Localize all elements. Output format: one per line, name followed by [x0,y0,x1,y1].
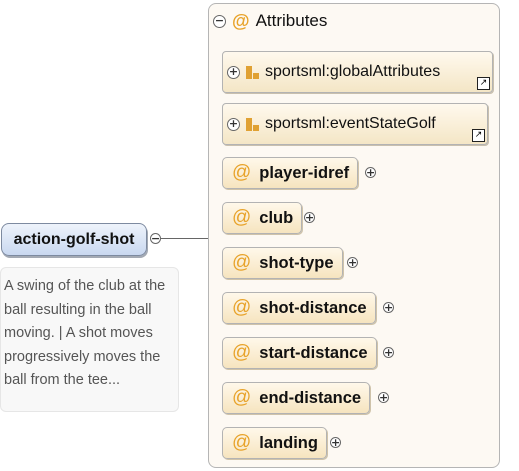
expand-icon[interactable]: + [378,392,389,403]
root-element-action-golf-shot[interactable]: action-golf-shot [1,223,147,256]
attributes-header[interactable]: − @ Attributes [213,10,327,32]
attribute-club[interactable]: @ club [222,202,303,234]
attribute-end-distance[interactable]: @ end-distance [222,382,371,414]
attribute-at-icon: @ [232,10,250,31]
attribute-at-icon: @ [232,207,252,228]
attribute-group-icon [246,65,259,79]
expand-icon[interactable]: + [383,302,394,313]
attributes-title: Attributes [255,11,328,30]
expand-icon[interactable]: + [383,347,394,358]
attribute-player-idref[interactable]: @ player-idref [222,157,359,189]
attribute-label: shot-type [259,253,334,272]
collapse-icon[interactable]: − [213,14,226,28]
attribute-label: shot-distance [259,298,367,317]
attribute-start-distance[interactable]: @ start-distance [222,337,377,369]
connector-root-to-panel [161,238,208,239]
attribute-label: club [259,208,294,227]
expand-icon[interactable]: + [347,257,358,268]
attribute-group-label: sportsml:eventStateGolf [265,115,436,132]
attribute-landing[interactable]: @ landing [222,427,327,459]
documentation-box: A swing of the club at the ball resultin… [0,267,179,412]
attribute-at-icon: @ [232,162,252,183]
attribute-group-label: sportsml:globalAttributes [265,63,441,80]
attribute-label: end-distance [259,388,362,407]
attribute-group-icon [246,117,259,131]
expand-icon[interactable]: + [227,65,240,79]
attribute-label: player-idref [259,163,350,182]
attribute-group-event-state-golf[interactable]: + sportsml:eventStateGolf ↗ [222,103,488,145]
attribute-at-icon: @ [232,252,252,273]
attribute-shot-type[interactable]: @ shot-type [222,247,343,279]
link-icon[interactable]: ↗ [472,129,485,142]
expand-icon[interactable]: + [227,117,240,131]
attribute-at-icon: @ [232,387,252,408]
attribute-shot-distance[interactable]: @ shot-distance [222,292,376,324]
expand-icon[interactable]: + [365,167,376,178]
documentation-text: A swing of the club at the ball resultin… [4,278,166,388]
root-element-label: action-golf-shot [13,230,135,248]
attribute-label: start-distance [259,343,368,362]
attribute-label: landing [259,433,318,452]
collapse-icon[interactable]: − [150,233,161,244]
expand-icon[interactable]: + [330,437,341,448]
link-icon[interactable]: ↗ [477,77,490,90]
attribute-group-global-attributes[interactable]: + sportsml:globalAttributes ↗ [222,51,493,93]
expand-icon[interactable]: + [304,212,315,223]
attribute-at-icon: @ [232,432,252,453]
attribute-at-icon: @ [232,342,252,363]
attribute-at-icon: @ [232,297,252,318]
